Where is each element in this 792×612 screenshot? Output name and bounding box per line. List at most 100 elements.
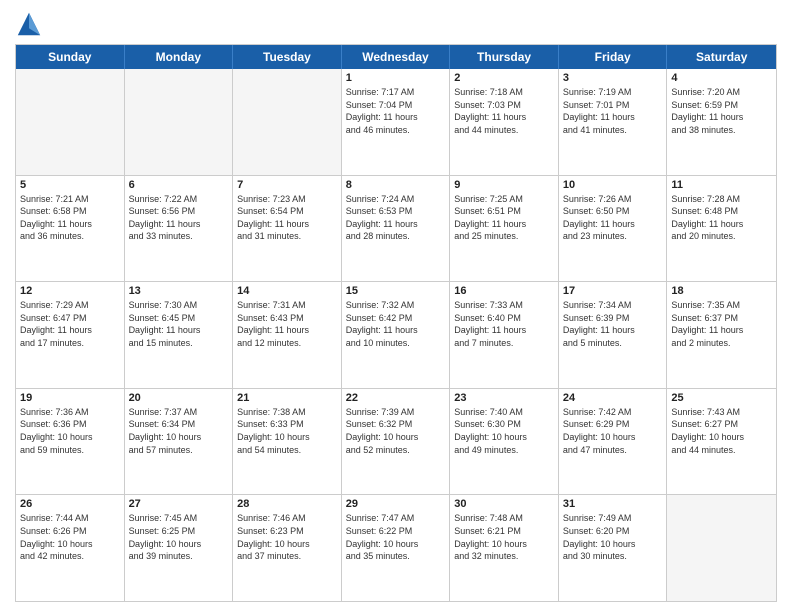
day-header: Tuesday — [233, 45, 342, 69]
week-row: 19Sunrise: 7:36 AM Sunset: 6:36 PM Dayli… — [16, 388, 776, 495]
day-cell: 3 Sunrise: 7:19 AM Sunset: 7:01 PM Daylig… — [559, 69, 668, 175]
day-number: 27 — [129, 498, 229, 510]
day-cell: 20 Sunrise: 7:37 AM Sunset: 6:34 PM Dayli… — [125, 389, 234, 495]
day-info: Sunrise: 7:31 AM Sunset: 6:43 PM Dayligh… — [237, 299, 337, 349]
day-number: 22 — [346, 392, 446, 404]
day-cell: 23 Sunrise: 7:40 AM Sunset: 6:30 PM Dayli… — [450, 389, 559, 495]
day-info: Sunrise: 7:28 AM Sunset: 6:48 PM Dayligh… — [671, 193, 772, 243]
day-info: Sunrise: 7:49 AM Sunset: 6:20 PM Dayligh… — [563, 512, 663, 562]
day-number: 14 — [237, 285, 337, 297]
day-header: Wednesday — [342, 45, 451, 69]
day-cell: 29 Sunrise: 7:47 AM Sunset: 6:22 PM Dayli… — [342, 495, 451, 601]
day-number: 9 — [454, 179, 554, 191]
day-header: Saturday — [667, 45, 776, 69]
day-header: Friday — [559, 45, 668, 69]
calendar-body: 1 Sunrise: 7:17 AM Sunset: 7:04 PM Daylig… — [16, 69, 776, 601]
day-info: Sunrise: 7:32 AM Sunset: 6:42 PM Dayligh… — [346, 299, 446, 349]
day-number: 3 — [563, 72, 663, 84]
day-cell: 1 Sunrise: 7:17 AM Sunset: 7:04 PM Daylig… — [342, 69, 451, 175]
day-cell: 9 Sunrise: 7:25 AM Sunset: 6:51 PM Daylig… — [450, 176, 559, 282]
day-number: 5 — [20, 179, 120, 191]
day-info: Sunrise: 7:39 AM Sunset: 6:32 PM Dayligh… — [346, 406, 446, 456]
day-info: Sunrise: 7:46 AM Sunset: 6:23 PM Dayligh… — [237, 512, 337, 562]
day-info: Sunrise: 7:26 AM Sunset: 6:50 PM Dayligh… — [563, 193, 663, 243]
day-info: Sunrise: 7:36 AM Sunset: 6:36 PM Dayligh… — [20, 406, 120, 456]
day-number: 18 — [671, 285, 772, 297]
day-info: Sunrise: 7:33 AM Sunset: 6:40 PM Dayligh… — [454, 299, 554, 349]
day-cell: 24 Sunrise: 7:42 AM Sunset: 6:29 PM Dayli… — [559, 389, 668, 495]
day-number: 21 — [237, 392, 337, 404]
day-headers: SundayMondayTuesdayWednesdayThursdayFrid… — [16, 45, 776, 69]
day-info: Sunrise: 7:20 AM Sunset: 6:59 PM Dayligh… — [671, 86, 772, 136]
day-cell: 11 Sunrise: 7:28 AM Sunset: 6:48 PM Dayli… — [667, 176, 776, 282]
logo-icon — [15, 10, 43, 38]
week-row: 5 Sunrise: 7:21 AM Sunset: 6:58 PM Daylig… — [16, 175, 776, 282]
day-number: 15 — [346, 285, 446, 297]
week-row: 1 Sunrise: 7:17 AM Sunset: 7:04 PM Daylig… — [16, 69, 776, 175]
day-info: Sunrise: 7:18 AM Sunset: 7:03 PM Dayligh… — [454, 86, 554, 136]
day-number: 20 — [129, 392, 229, 404]
day-number: 24 — [563, 392, 663, 404]
day-cell: 17Sunrise: 7:34 AM Sunset: 6:39 PM Dayli… — [559, 282, 668, 388]
day-info: Sunrise: 7:22 AM Sunset: 6:56 PM Dayligh… — [129, 193, 229, 243]
day-info: Sunrise: 7:48 AM Sunset: 6:21 PM Dayligh… — [454, 512, 554, 562]
calendar: SundayMondayTuesdayWednesdayThursdayFrid… — [15, 44, 777, 602]
day-info: Sunrise: 7:17 AM Sunset: 7:04 PM Dayligh… — [346, 86, 446, 136]
day-cell — [125, 69, 234, 175]
day-cell: 22 Sunrise: 7:39 AM Sunset: 6:32 PM Dayli… — [342, 389, 451, 495]
day-info: Sunrise: 7:30 AM Sunset: 6:45 PM Dayligh… — [129, 299, 229, 349]
day-cell: 13 Sunrise: 7:30 AM Sunset: 6:45 PM Dayli… — [125, 282, 234, 388]
day-cell: 21 Sunrise: 7:38 AM Sunset: 6:33 PM Dayli… — [233, 389, 342, 495]
day-info: Sunrise: 7:24 AM Sunset: 6:53 PM Dayligh… — [346, 193, 446, 243]
day-info: Sunrise: 7:42 AM Sunset: 6:29 PM Dayligh… — [563, 406, 663, 456]
day-cell — [667, 495, 776, 601]
day-header: Thursday — [450, 45, 559, 69]
day-info: Sunrise: 7:37 AM Sunset: 6:34 PM Dayligh… — [129, 406, 229, 456]
day-number: 6 — [129, 179, 229, 191]
day-cell: 4 Sunrise: 7:20 AM Sunset: 6:59 PM Daylig… — [667, 69, 776, 175]
day-header: Monday — [125, 45, 234, 69]
day-info: Sunrise: 7:40 AM Sunset: 6:30 PM Dayligh… — [454, 406, 554, 456]
day-cell: 12Sunrise: 7:29 AM Sunset: 6:47 PM Dayli… — [16, 282, 125, 388]
day-number: 23 — [454, 392, 554, 404]
day-info: Sunrise: 7:25 AM Sunset: 6:51 PM Dayligh… — [454, 193, 554, 243]
day-info: Sunrise: 7:21 AM Sunset: 6:58 PM Dayligh… — [20, 193, 120, 243]
day-cell: 19Sunrise: 7:36 AM Sunset: 6:36 PM Dayli… — [16, 389, 125, 495]
day-number: 10 — [563, 179, 663, 191]
day-cell — [233, 69, 342, 175]
day-info: Sunrise: 7:19 AM Sunset: 7:01 PM Dayligh… — [563, 86, 663, 136]
day-number: 31 — [563, 498, 663, 510]
day-info: Sunrise: 7:23 AM Sunset: 6:54 PM Dayligh… — [237, 193, 337, 243]
day-cell: 5 Sunrise: 7:21 AM Sunset: 6:58 PM Daylig… — [16, 176, 125, 282]
day-cell: 26Sunrise: 7:44 AM Sunset: 6:26 PM Dayli… — [16, 495, 125, 601]
day-cell: 15 Sunrise: 7:32 AM Sunset: 6:42 PM Dayli… — [342, 282, 451, 388]
day-cell: 31 Sunrise: 7:49 AM Sunset: 6:20 PM Dayli… — [559, 495, 668, 601]
day-cell: 2 Sunrise: 7:18 AM Sunset: 7:03 PM Daylig… — [450, 69, 559, 175]
day-number: 11 — [671, 179, 772, 191]
day-number: 8 — [346, 179, 446, 191]
day-cell — [16, 69, 125, 175]
day-number: 7 — [237, 179, 337, 191]
day-number: 28 — [237, 498, 337, 510]
day-cell: 8 Sunrise: 7:24 AM Sunset: 6:53 PM Daylig… — [342, 176, 451, 282]
day-number: 2 — [454, 72, 554, 84]
day-header: Sunday — [16, 45, 125, 69]
day-number: 13 — [129, 285, 229, 297]
day-number: 29 — [346, 498, 446, 510]
day-number: 1 — [346, 72, 446, 84]
day-info: Sunrise: 7:34 AM Sunset: 6:39 PM Dayligh… — [563, 299, 663, 349]
day-info: Sunrise: 7:38 AM Sunset: 6:33 PM Dayligh… — [237, 406, 337, 456]
day-cell: 14 Sunrise: 7:31 AM Sunset: 6:43 PM Dayli… — [233, 282, 342, 388]
day-cell: 6 Sunrise: 7:22 AM Sunset: 6:56 PM Daylig… — [125, 176, 234, 282]
day-cell: 18Sunrise: 7:35 AM Sunset: 6:37 PM Dayli… — [667, 282, 776, 388]
day-cell: 27Sunrise: 7:45 AM Sunset: 6:25 PM Dayli… — [125, 495, 234, 601]
day-info: Sunrise: 7:43 AM Sunset: 6:27 PM Dayligh… — [671, 406, 772, 456]
day-cell: 7 Sunrise: 7:23 AM Sunset: 6:54 PM Daylig… — [233, 176, 342, 282]
day-cell: 28 Sunrise: 7:46 AM Sunset: 6:23 PM Dayli… — [233, 495, 342, 601]
week-row: 12Sunrise: 7:29 AM Sunset: 6:47 PM Dayli… — [16, 281, 776, 388]
day-cell: 30Sunrise: 7:48 AM Sunset: 6:21 PM Dayli… — [450, 495, 559, 601]
day-number: 25 — [671, 392, 772, 404]
day-number: 4 — [671, 72, 772, 84]
day-info: Sunrise: 7:47 AM Sunset: 6:22 PM Dayligh… — [346, 512, 446, 562]
page: SundayMondayTuesdayWednesdayThursdayFrid… — [0, 0, 792, 612]
